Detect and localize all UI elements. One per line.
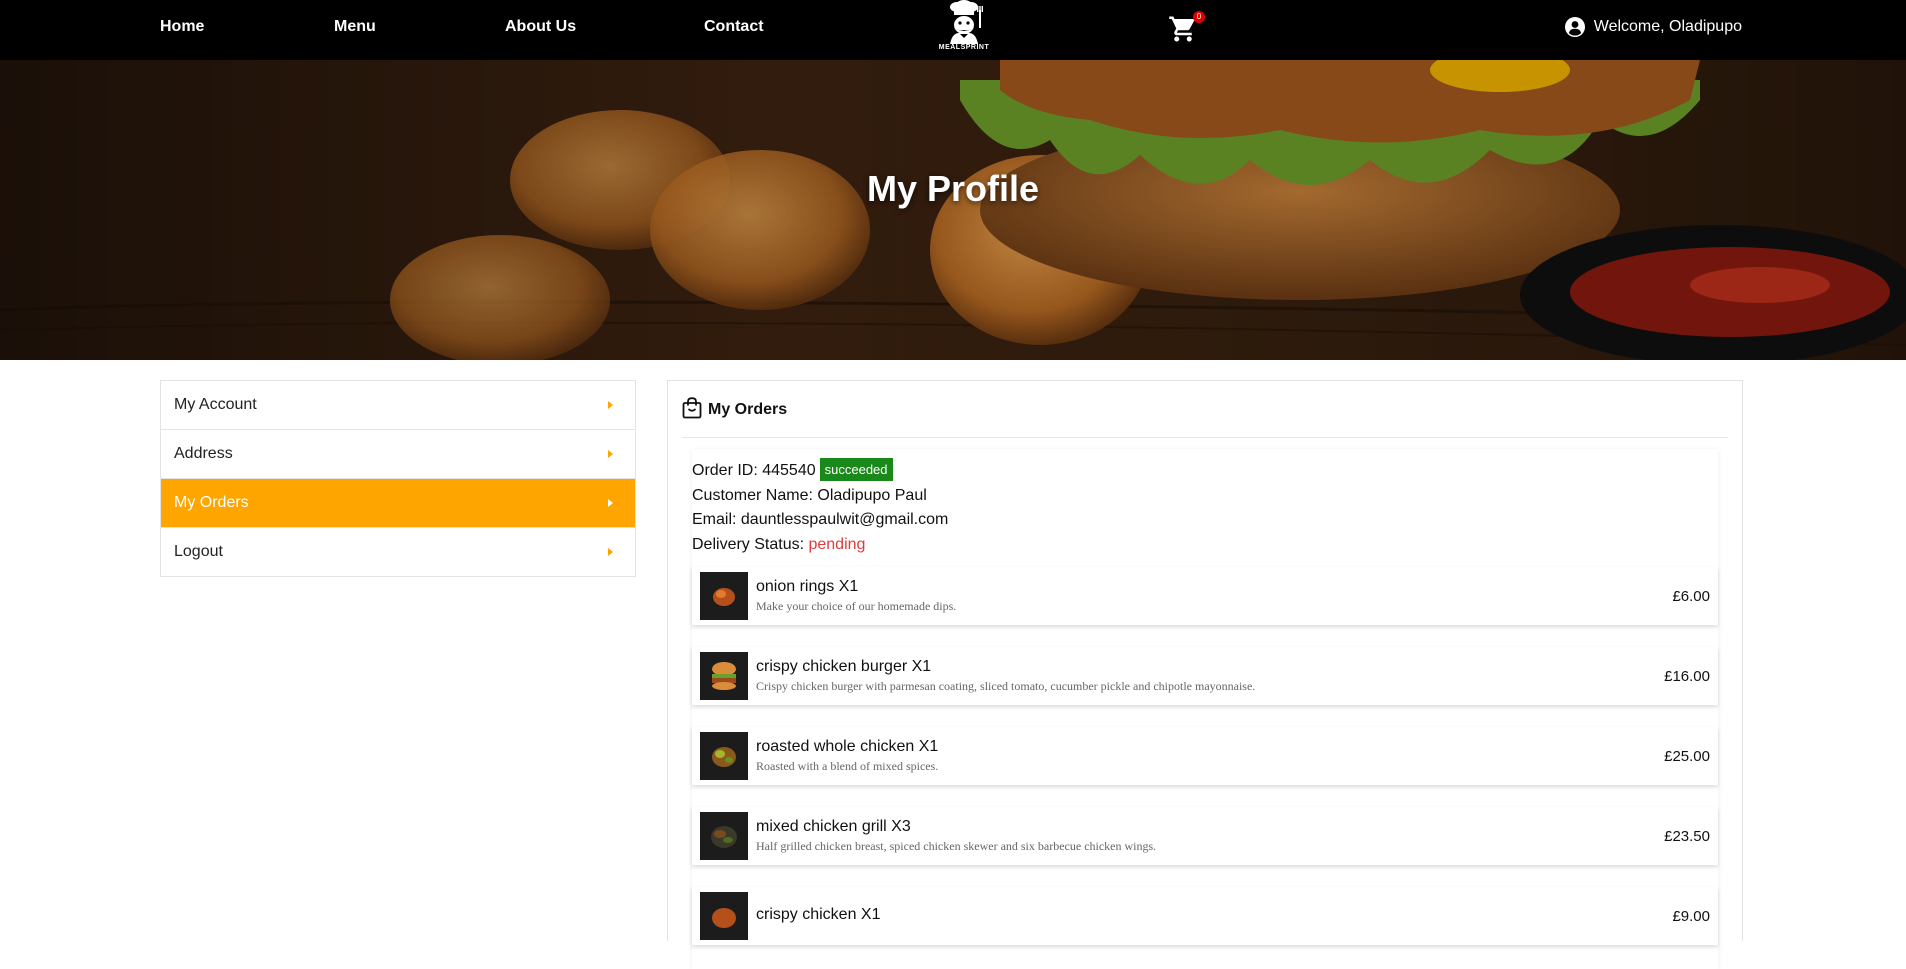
customer-name: Customer Name: Oladipupo Paul (692, 486, 927, 504)
caret-right-icon (608, 450, 613, 458)
sidebar-item-label: My Orders (174, 494, 249, 511)
food-image-icon (700, 572, 748, 620)
food-image-icon (700, 652, 748, 700)
sidebar-item-label: Address (174, 445, 233, 462)
item-name: crispy chicken X1 (756, 905, 881, 923)
caret-right-icon (608, 499, 613, 507)
item-description: Crispy chicken burger with parmesan coat… (756, 679, 1256, 693)
item-price: £16.00 (1664, 667, 1710, 685)
user-menu[interactable]: Welcome, Oladipupo (1564, 17, 1742, 37)
top-navbar: Home Menu About Us Contact MEALSPRINT 0 … (0, 0, 1906, 60)
caret-right-icon (608, 401, 613, 409)
item-name: onion rings X1 (756, 578, 859, 595)
sidebar-item-my-account[interactable]: My Account (161, 381, 635, 430)
item-name: crispy chicken burger X1 (756, 658, 932, 675)
nav-menu-link[interactable]: Menu (334, 18, 376, 36)
welcome-text: Welcome, Oladipupo (1593, 18, 1742, 35)
my-orders-panel: My Orders Order ID: 445540 succeeded Cust… (667, 380, 1743, 969)
food-thumbnail (700, 812, 748, 860)
food-thumbnail (700, 572, 748, 620)
order-item: mixed chicken grill X3 Half grilled chic… (692, 807, 1718, 865)
cart-count-badge: 0 (1193, 11, 1205, 23)
shopping-bag-icon (682, 397, 702, 419)
item-price: £23.50 (1664, 827, 1710, 845)
caret-right-icon (608, 548, 613, 556)
sidebar-item-label: My Account (174, 396, 257, 413)
item-price: £9.00 (1672, 907, 1710, 925)
nav-about-link[interactable]: About Us (505, 18, 576, 36)
item-description: Half grilled chicken breast, spiced chic… (756, 839, 1157, 853)
nav-contact-link[interactable]: Contact (704, 18, 764, 36)
mealsprint-logo[interactable]: MEALSPRINT (926, 0, 1002, 58)
food-image-icon (700, 732, 748, 780)
food-thumbnail (700, 892, 748, 940)
item-price: £25.00 (1664, 747, 1710, 765)
logo-text: MEALSPRINT (938, 44, 990, 51)
food-background-image (0, 60, 1906, 360)
page-title: My Profile (866, 168, 1040, 209)
item-description: Roasted with a blend of mixed spices. (756, 759, 939, 773)
food-image-icon (700, 812, 748, 860)
order-id: Order ID: 445540 (692, 462, 816, 479)
nav-home-link[interactable]: Home (160, 18, 204, 36)
payment-status-badge: succeeded (819, 458, 893, 482)
food-thumbnail (700, 732, 748, 780)
chef-logo-icon (950, 0, 983, 44)
item-name: roasted whole chicken X1 (756, 738, 939, 755)
user-circle-icon (1564, 17, 1585, 37)
order-item: roasted whole chicken X1 Roasted with a … (692, 727, 1718, 785)
panel-header: My Orders (682, 397, 1728, 438)
order-item: crispy chicken X1 £9.00 (692, 887, 1718, 945)
delivery-status-label: Delivery Status: (692, 535, 809, 553)
item-price: £6.00 (1672, 587, 1710, 605)
delivery-status-row: Delivery Status: pending (692, 533, 948, 558)
profile-sidebar: My Account Address My Orders Logout (160, 380, 636, 577)
sidebar-item-address[interactable]: Address (161, 430, 635, 479)
order-details: Order ID: 445540 succeeded Customer Name:… (692, 458, 949, 558)
order-item: onion rings X1 Make your choice of our h… (692, 567, 1718, 625)
food-image-icon (700, 892, 748, 940)
sidebar-item-my-orders[interactable]: My Orders (161, 479, 635, 528)
panel-title: My Orders (708, 401, 788, 418)
order-card: Order ID: 445540 succeeded Customer Name:… (692, 449, 1718, 969)
hero-banner: My Profile (0, 60, 1906, 360)
sidebar-item-label: Logout (174, 543, 223, 560)
food-thumbnail (700, 652, 748, 700)
item-description: Make your choice of our homemade dips. (756, 599, 957, 613)
customer-email: Email: dauntlesspaulwit@gmail.com (692, 511, 949, 528)
item-name: mixed chicken grill X3 (756, 818, 911, 835)
cart-button[interactable]: 0 (1168, 10, 1205, 46)
order-id-row: Order ID: 445540 succeeded (692, 458, 948, 484)
delivery-status-value: pending (808, 535, 866, 553)
order-item: crispy chicken burger X1 Crispy chicken … (692, 647, 1718, 705)
sidebar-item-logout[interactable]: Logout (161, 528, 635, 576)
